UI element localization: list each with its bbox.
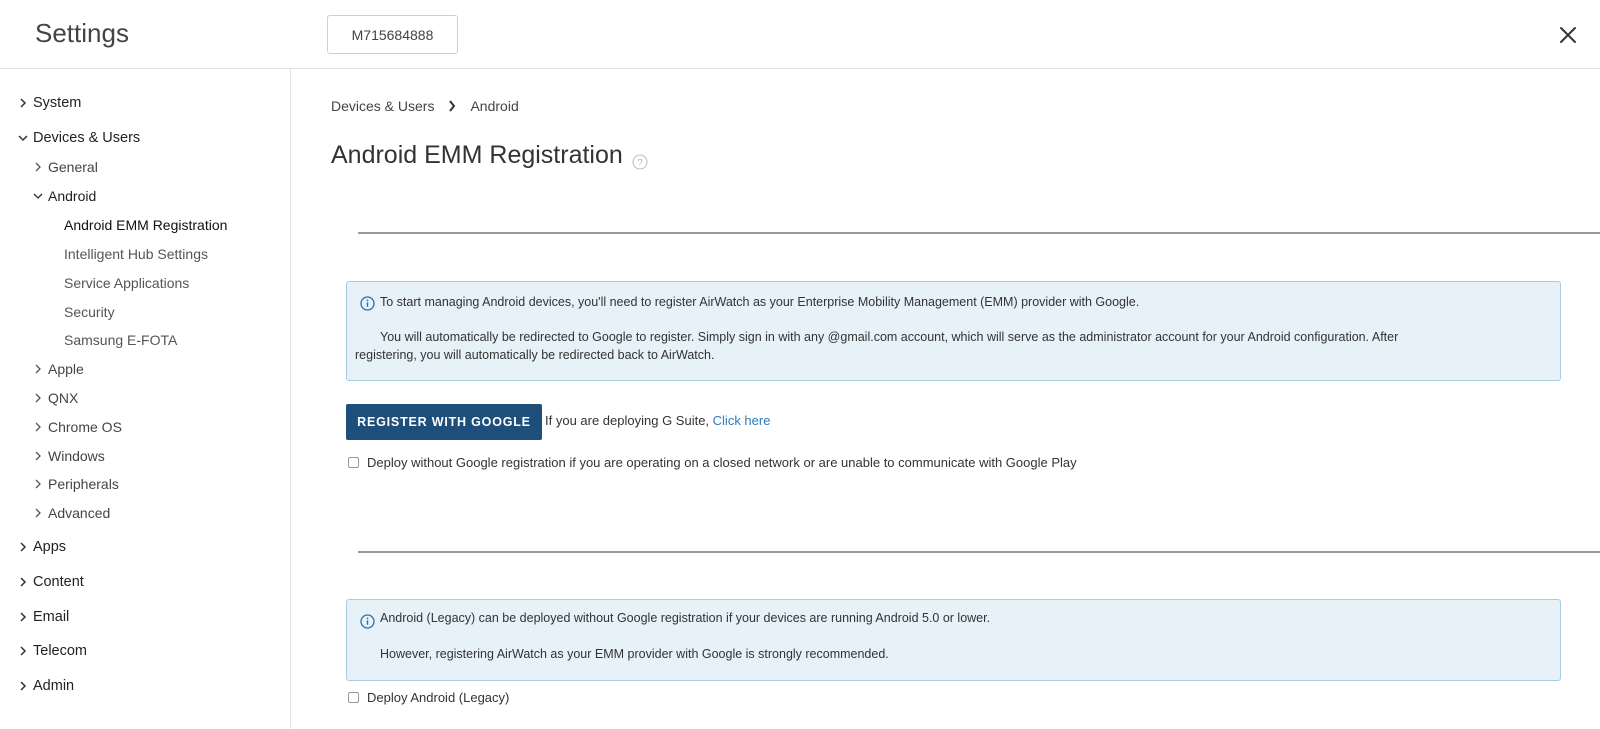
chevron-right-icon xyxy=(32,421,44,433)
sidebar-item-label: Windows xyxy=(48,448,105,464)
app-title: Settings xyxy=(35,18,129,48)
sidebar-item-android-emm-registration[interactable]: Android EMM Registration xyxy=(64,217,227,233)
sidebar-item-label: Apps xyxy=(33,539,67,555)
sidebar-item-windows[interactable]: Windows xyxy=(32,448,105,464)
help-icon[interactable]: ? xyxy=(632,148,648,169)
close-button[interactable] xyxy=(1555,22,1581,48)
chevron-right-icon xyxy=(32,507,44,519)
info-text-line: Android (Legacy) can be deployed without… xyxy=(380,611,991,625)
sidebar-item-security[interactable]: Security xyxy=(64,304,115,320)
sidebar-item-service-applications[interactable]: Service Applications xyxy=(64,275,189,291)
sidebar-item-peripherals[interactable]: Peripherals xyxy=(32,476,119,492)
sidebar-item-label: QNX xyxy=(48,390,79,406)
sidebar-item-general[interactable]: General xyxy=(32,159,98,175)
gsuite-click-here-link[interactable]: Click here xyxy=(713,413,771,428)
chevron-down-icon xyxy=(17,132,29,144)
deploy-without-google-label: Deploy without Google registration if yo… xyxy=(367,455,1077,470)
section-divider xyxy=(358,551,1600,553)
info-text-line: registering, you will automatically be r… xyxy=(347,346,739,365)
chevron-right-icon xyxy=(17,541,29,553)
info-icon xyxy=(360,614,375,629)
sidebar-item-apple[interactable]: Apple xyxy=(32,361,84,377)
deploy-without-google-option: Deploy without Google registration if yo… xyxy=(348,455,1077,470)
chevron-right-icon xyxy=(32,450,44,462)
sidebar-item-label: Android EMM Registration xyxy=(64,217,228,233)
sidebar-item-admin[interactable]: Admin xyxy=(17,678,74,694)
close-icon xyxy=(1560,27,1576,43)
sidebar-item-label: System xyxy=(33,95,82,111)
info-text-line: However, registering AirWatch as your EM… xyxy=(380,647,889,661)
page-title-row: Android EMM Registration ? xyxy=(331,141,648,170)
breadcrumb-item-devices-users[interactable]: Devices & Users xyxy=(331,98,434,114)
chevron-right-icon xyxy=(17,645,29,657)
sidebar-item-label: Content xyxy=(33,574,84,590)
sidebar-item-label: Admin xyxy=(33,678,75,694)
breadcrumb-item-android: Android xyxy=(470,98,519,114)
sidebar-item-label: Intelligent Hub Settings xyxy=(64,246,208,262)
chevron-down-icon xyxy=(32,190,44,202)
info-text-line: To start managing Android devices, you'l… xyxy=(380,295,1140,309)
sidebar-item-samsung-e-fota[interactable]: Samsung E-FOTA xyxy=(64,332,177,348)
organization-group-selector[interactable]: M715684888 xyxy=(327,15,458,54)
sidebar-item-android[interactable]: Android xyxy=(32,188,96,204)
sidebar-item-label: Advanced xyxy=(48,505,111,521)
deploy-without-google-checkbox[interactable] xyxy=(348,457,359,468)
chevron-right-icon xyxy=(448,100,456,112)
sidebar-item-label: Peripherals xyxy=(48,476,119,492)
sidebar-item-label: Android xyxy=(48,188,97,204)
sidebar-item-system[interactable]: System xyxy=(17,95,81,111)
sidebar-item-label: Devices & Users xyxy=(33,130,141,146)
sidebar-item-label: Email xyxy=(33,609,70,625)
chevron-right-icon xyxy=(32,363,44,375)
sidebar-item-label: Apple xyxy=(48,361,84,377)
main-content: Devices & Users Android Android EMM Regi… xyxy=(292,69,1600,729)
sidebar-item-devices-users[interactable]: Devices & Users xyxy=(17,130,140,146)
legacy-info-box: Android (Legacy) can be deployed without… xyxy=(346,599,1561,681)
section-divider xyxy=(358,232,1600,234)
info-icon xyxy=(360,296,375,311)
sidebar-item-chrome-os[interactable]: Chrome OS xyxy=(32,419,122,435)
chevron-right-icon xyxy=(17,611,29,623)
sidebar-item-content[interactable]: Content xyxy=(17,574,84,590)
gsuite-prompt-text: If you are deploying G Suite, xyxy=(545,413,713,428)
top-bar: Settings M715684888 xyxy=(0,0,1600,69)
chevron-right-icon xyxy=(17,97,29,109)
svg-text:?: ? xyxy=(637,158,643,169)
info-text-line: You will automatically be redirected to … xyxy=(380,330,1399,344)
chevron-right-icon xyxy=(32,392,44,404)
info-text-continuation: registering, you will automatically be r… xyxy=(355,348,715,362)
chevron-right-icon xyxy=(32,161,44,173)
sidebar-item-telecom[interactable]: Telecom xyxy=(17,643,87,659)
deploy-legacy-label: Deploy Android (Legacy) xyxy=(367,690,510,705)
page-title: Android EMM Registration xyxy=(331,141,623,169)
chevron-right-icon xyxy=(17,680,29,692)
chevron-right-icon xyxy=(17,576,29,588)
sidebar-item-label: Samsung E-FOTA xyxy=(64,332,178,348)
organization-group-id: M715684888 xyxy=(351,26,434,43)
sidebar-item-label: Chrome OS xyxy=(48,419,122,435)
deploy-legacy-checkbox[interactable] xyxy=(348,692,359,703)
gsuite-prompt: If you are deploying G Suite, Click here xyxy=(545,413,770,428)
sidebar-item-email[interactable]: Email xyxy=(17,609,69,625)
breadcrumb: Devices & Users Android xyxy=(331,98,519,114)
registration-info-box: To start managing Android devices, you'l… xyxy=(346,281,1561,381)
deploy-legacy-option: Deploy Android (Legacy) xyxy=(348,690,509,705)
sidebar-item-label: General xyxy=(48,159,98,175)
sidebar-item-label: Security xyxy=(64,304,115,320)
sidebar-item-advanced[interactable]: Advanced xyxy=(32,505,110,521)
register-with-google-button[interactable]: REGISTER WITH GOOGLE xyxy=(346,404,542,440)
sidebar-item-label: Service Applications xyxy=(64,275,190,291)
sidebar-item-qnx[interactable]: QNX xyxy=(32,390,78,406)
sidebar-item-label: Telecom xyxy=(33,643,87,659)
sidebar-item-apps[interactable]: Apps xyxy=(17,539,66,555)
sidebar-item-intelligent-hub-settings[interactable]: Intelligent Hub Settings xyxy=(64,246,208,262)
chevron-right-icon xyxy=(32,478,44,490)
settings-sidebar: System Devices & Users General Android A… xyxy=(0,69,291,729)
